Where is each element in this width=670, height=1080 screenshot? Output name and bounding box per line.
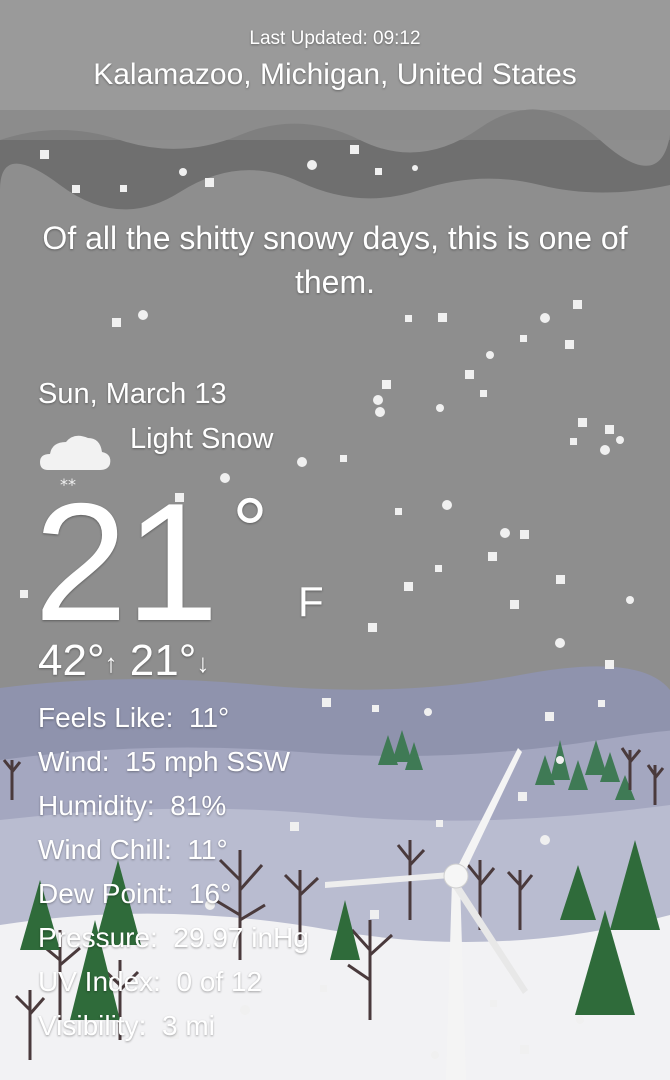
last-updated-text: Last Updated: 09:12 xyxy=(249,28,421,49)
detail-value: 0 of 12 xyxy=(176,966,263,997)
detail-row-pressure: Pressure: 29.97 inHg xyxy=(38,922,309,954)
detail-label: Feels Like: xyxy=(38,702,174,733)
detail-value: 81% xyxy=(170,790,227,821)
weather-quip: Of all the shitty snowy days, this is on… xyxy=(42,220,628,300)
temperature-degree-symbol: ° xyxy=(232,481,268,581)
temperature-unit[interactable]: F xyxy=(298,578,324,626)
detail-row-humidity: Humidity: 81% xyxy=(38,790,226,822)
high-low-temperatures: 42°↑ 21°↓ xyxy=(38,636,209,686)
detail-value: 11° xyxy=(188,702,230,733)
detail-label: Wind Chill: xyxy=(38,834,172,865)
condition-label: Light Snow xyxy=(130,423,274,455)
down-arrow-icon: ↓ xyxy=(196,647,210,678)
detail-value: 16° xyxy=(188,878,232,909)
location-title[interactable]: Kalamazoo, Michigan, United States xyxy=(0,58,670,92)
detail-value: 29.97 inHg xyxy=(173,922,309,953)
detail-row-wind-chill: Wind Chill: 11° xyxy=(38,834,228,866)
low-temperature: 21° xyxy=(129,636,197,685)
detail-label: Wind: xyxy=(38,746,110,777)
detail-label: Pressure: xyxy=(38,922,158,953)
detail-label: Dew Point: xyxy=(38,878,174,909)
high-temperature: 42° xyxy=(38,636,105,685)
detail-label: UV Index: xyxy=(38,966,161,997)
detail-row-feels-like: Feels Like: 11° xyxy=(38,702,229,734)
up-arrow-icon: ↑ xyxy=(104,647,118,678)
detail-value: 3 mi xyxy=(161,1010,215,1041)
detail-row-dew-point: Dew Point: 16° xyxy=(38,878,231,910)
detail-value: 11° xyxy=(187,834,228,865)
current-temperature: 21 xyxy=(34,468,219,656)
detail-row-wind: Wind: 15 mph SSW xyxy=(38,746,290,778)
detail-label: Humidity: xyxy=(38,790,155,821)
forecast-date: Sun, March 13 xyxy=(38,378,227,410)
detail-row-visibility: Visibility: 3 mi xyxy=(38,1010,215,1042)
detail-row-uv-index: UV Index: 0 of 12 xyxy=(38,966,262,998)
detail-label: Visibility: xyxy=(38,1010,147,1041)
detail-value: 15 mph SSW xyxy=(125,746,291,777)
